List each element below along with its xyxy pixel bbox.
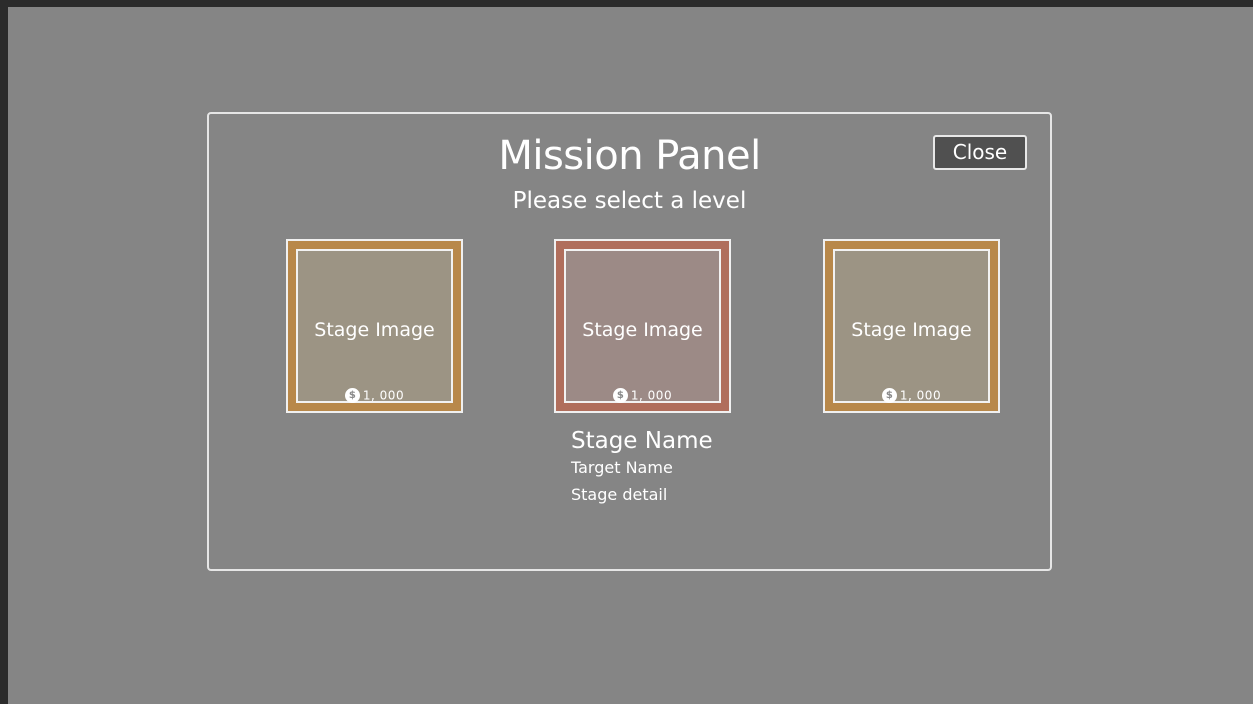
coin-icon: $ — [881, 388, 897, 403]
coin-icon: $ — [344, 388, 360, 403]
coin-icon: $ — [612, 388, 628, 403]
stage-image-label: Stage Image — [314, 319, 435, 341]
panel-title: Mission Panel — [498, 133, 761, 179]
stage-name: Stage Name — [571, 428, 713, 454]
stage-info: Stage Name Target Name Stage detail — [571, 427, 713, 507]
stage-cost: $1, 000 — [835, 387, 988, 404]
stage-cost-value: 1, 000 — [362, 388, 405, 403]
stage-image: Stage Image $1, 000 — [564, 249, 721, 403]
stage-image-label: Stage Image — [582, 319, 703, 341]
stage-card-3[interactable]: Stage Image $1, 000 — [823, 239, 1000, 413]
mission-panel: Mission Panel Please select a level Clos… — [207, 112, 1052, 571]
stage-cost-value: 1, 000 — [630, 388, 673, 403]
close-button[interactable]: Close — [933, 135, 1027, 170]
stage-image: Stage Image $1, 000 — [296, 249, 453, 403]
stage-detail: Stage detail — [571, 485, 668, 504]
stage-image-label: Stage Image — [851, 319, 972, 341]
stage-cost: $1, 000 — [566, 387, 719, 404]
stage-card-1[interactable]: Stage Image $1, 000 — [286, 239, 463, 413]
game-screen: Mission Panel Please select a level Clos… — [8, 7, 1253, 704]
stage-card-2[interactable]: Stage Image $1, 000 — [554, 239, 731, 413]
panel-subtitle: Please select a level — [512, 188, 747, 214]
stage-cost: $1, 000 — [298, 387, 451, 404]
stage-image: Stage Image $1, 000 — [833, 249, 990, 403]
target-name: Target Name — [571, 458, 673, 477]
stage-cost-value: 1, 000 — [899, 388, 942, 403]
